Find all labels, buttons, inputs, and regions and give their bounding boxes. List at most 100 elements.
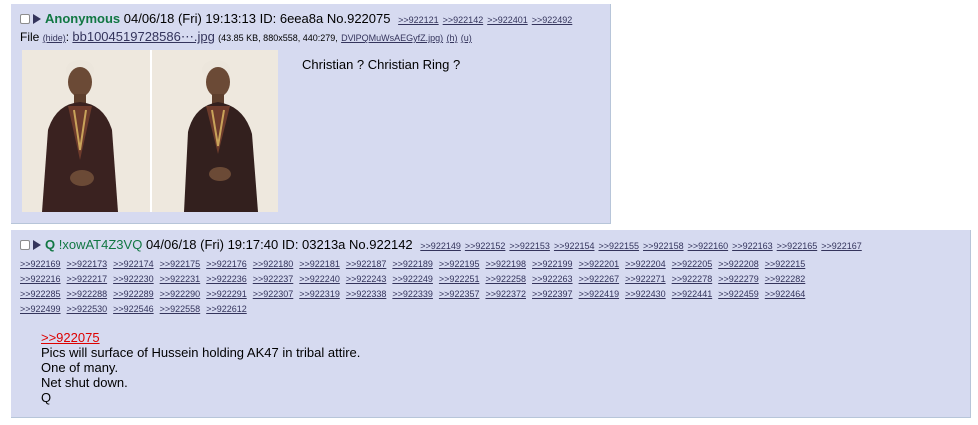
backlink[interactable]: >>922237 [253,274,294,284]
backlink[interactable]: >>922499 [20,304,61,314]
backlink[interactable]: >>922216 [20,274,61,284]
backlink[interactable]: >>922288 [67,289,108,299]
backlink[interactable]: >>922397 [532,289,573,299]
backlink[interactable]: >>922339 [392,289,433,299]
backlink[interactable]: >>922251 [439,274,480,284]
poster-tripcode: !xowAT4Z3VQ [58,237,143,252]
backlink[interactable]: >>922419 [579,289,620,299]
backlink[interactable]: >>922201 [579,259,620,269]
backlink[interactable]: >>922612 [206,304,247,314]
backlink[interactable]: >>922357 [439,289,480,299]
backlink[interactable]: >>922208 [718,259,759,269]
backlink[interactable]: >>922289 [113,289,154,299]
backlink[interactable]: >>922180 [253,259,294,269]
backlink[interactable]: >>922142 [443,15,484,25]
backlink[interactable]: >>922236 [206,274,247,284]
backlink[interactable]: >>922169 [20,259,61,269]
post-image-thumbnail[interactable] [22,50,278,212]
backlink[interactable]: >>922230 [113,274,154,284]
backlink[interactable]: >>922149 [420,241,461,251]
poster-name: Anonymous [45,11,121,26]
backlink[interactable]: >>922258 [485,274,526,284]
backlink[interactable]: >>922189 [392,259,433,269]
backlink[interactable]: >>922267 [579,274,620,284]
select-checkbox[interactable] [20,14,30,24]
backlink[interactable]: >>922430 [625,289,666,299]
backlink[interactable]: >>922187 [346,259,387,269]
post-header: Anonymous 04/06/18 (Fri) 19:13:13 ID: 6e… [20,11,572,28]
original-filename-link[interactable]: DVlPQMuWsAEGyfZ.jpg) [341,33,443,43]
backlink[interactable]: >>922279 [718,274,759,284]
hide-file-link[interactable]: (hide) [43,33,66,43]
backlink-row: >>922285 >>922288 >>922289 >>922290 >>922291… [20,285,965,300]
backlink[interactable]: >>922181 [299,259,340,269]
backlink[interactable]: >>922121 [398,15,439,25]
select-checkbox[interactable] [20,240,30,250]
backlink[interactable]: >>922401 [487,15,528,25]
backlink[interactable]: >>922459 [718,289,759,299]
backlink[interactable]: >>922204 [625,259,666,269]
backlink[interactable]: >>922285 [20,289,61,299]
post-message: Christian ? Christian Ring ? [302,57,461,72]
backlink[interactable]: >>922263 [532,274,573,284]
backlink[interactable]: >>922338 [346,289,387,299]
backlink[interactable]: >>922205 [672,259,713,269]
backlink[interactable]: >>922165 [777,241,818,251]
backlink[interactable]: >>922173 [67,259,108,269]
file-name-link[interactable]: bb1004519728586⋯.jpg [72,29,214,44]
post-header: Q !xowAT4Z3VQ 04/06/18 (Fri) 19:17:40 ID… [20,237,862,254]
backlink[interactable]: >>922558 [160,304,201,314]
backlink[interactable]: >>922160 [688,241,729,251]
poster-id[interactable]: ID: 6eea8a [260,11,324,26]
post-number[interactable]: No.922142 [349,237,413,252]
message-line: Q [41,390,52,405]
quote-link[interactable]: >>922075 [41,330,100,345]
post-menu-arrow-icon[interactable] [33,14,41,24]
backlink[interactable]: >>922176 [206,259,247,269]
backlink-row: >>922499 >>922530 >>922546 >>922558 >>922612 [20,300,965,315]
backlink[interactable]: >>922153 [509,241,550,251]
poster-id[interactable]: ID: 03213a [282,237,346,252]
file-h-link[interactable]: (h) [446,33,457,43]
backlink[interactable]: >>922243 [346,274,387,284]
backlink[interactable]: >>922282 [765,274,806,284]
backlink[interactable]: >>922217 [67,274,108,284]
backlink[interactable]: >>922278 [672,274,713,284]
backlink[interactable]: >>922199 [532,259,573,269]
backlink[interactable]: >>922530 [67,304,108,314]
backlink[interactable]: >>922307 [253,289,294,299]
backlink[interactable]: >>922240 [299,274,340,284]
backlink[interactable]: >>922319 [299,289,340,299]
backlinks: >>922121 >>922142 >>922401 >>922492 [394,11,572,26]
post-922075: Anonymous 04/06/18 (Fri) 19:13:13 ID: 6e… [11,4,611,224]
backlink[interactable]: >>922231 [160,274,201,284]
file-u-link[interactable]: (u) [461,33,472,43]
backlink[interactable]: >>922154 [554,241,595,251]
backlink[interactable]: >>922167 [821,241,862,251]
post-datetime: 04/06/18 (Fri) 19:13:13 [123,11,256,26]
backlink-rows: >>922169 >>922173 >>922174 >>922175 >>922176… [20,255,965,315]
post-datetime: 04/06/18 (Fri) 19:17:40 [145,237,279,252]
backlinks: >>922149 >>922152 >>922153 >>922154 >>922155… [416,237,861,252]
two-men-robes-image [22,50,278,212]
backlink[interactable]: >>922249 [392,274,433,284]
backlink[interactable]: >>922174 [113,259,154,269]
backlink[interactable]: >>922372 [485,289,526,299]
backlink[interactable]: >>922546 [113,304,154,314]
backlink[interactable]: >>922290 [160,289,201,299]
backlink[interactable]: >>922163 [732,241,773,251]
backlink[interactable]: >>922195 [439,259,480,269]
backlink[interactable]: >>922271 [625,274,666,284]
backlink[interactable]: >>922464 [765,289,806,299]
post-number[interactable]: No.922075 [327,11,391,26]
backlink[interactable]: >>922215 [765,259,806,269]
backlink[interactable]: >>922158 [643,241,684,251]
backlink[interactable]: >>922152 [465,241,506,251]
backlink[interactable]: >>922291 [206,289,247,299]
backlink[interactable]: >>922492 [532,15,573,25]
backlink[interactable]: >>922441 [672,289,713,299]
backlink[interactable]: >>922155 [598,241,639,251]
backlink[interactable]: >>922198 [485,259,526,269]
backlink[interactable]: >>922175 [160,259,201,269]
post-menu-arrow-icon[interactable] [33,240,41,250]
